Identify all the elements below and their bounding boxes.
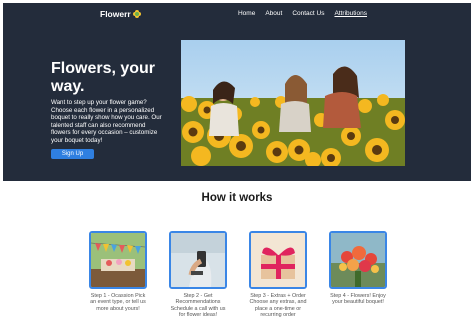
hero-sunflower-photo (181, 40, 405, 166)
steps-list: Step 1 - Ocassion Pick an event type, or… (87, 231, 387, 331)
sign-up-button[interactable]: Sign Up (51, 149, 94, 159)
flower-logo-icon (132, 10, 141, 18)
nav-about-link[interactable]: About (265, 10, 282, 17)
nav-attributions-link[interactable]: Attributions (334, 10, 367, 17)
step-card: Step 1 - Ocassion Pick an event type, or… (87, 231, 149, 312)
hero-description: Want to step up your flower game? Choose… (51, 99, 162, 144)
step-card: Step 3 - Extras + Order Choose any extra… (247, 231, 309, 319)
step-3-caption: Step 3 - Extras + Order Choose any extra… (249, 293, 307, 319)
logo-text: Flowerr (100, 9, 131, 19)
nav-contact-link[interactable]: Contact Us (292, 10, 324, 17)
step-card: Step 4 - Flowers! Enjoy your beautiful b… (327, 231, 389, 306)
main-nav: Home About Contact Us Attributions (238, 10, 367, 17)
gift-box-image (249, 231, 307, 289)
bouquet-image (329, 231, 387, 289)
step-1-caption: Step 1 - Ocassion Pick an event type, or… (90, 293, 146, 312)
page: Flowerr Home About Contact Us Attributio… (3, 3, 471, 333)
step-card: Step 2 - Get Recommendations Schedule a … (167, 231, 229, 319)
how-it-works-heading: How it works (201, 192, 273, 204)
step-2-caption: Step 2 - Get Recommendations Schedule a … (170, 293, 226, 319)
party-bunting-image (89, 231, 147, 289)
phone-call-image (169, 231, 227, 289)
hero-title: Flowers, your way. (51, 60, 156, 95)
nav-home-link[interactable]: Home (238, 10, 255, 17)
step-4-caption: Step 4 - Flowers! Enjoy your beautiful b… (330, 293, 386, 306)
hero-section: Flowerr Home About Contact Us Attributio… (3, 3, 471, 181)
logo[interactable]: Flowerr (100, 9, 141, 19)
